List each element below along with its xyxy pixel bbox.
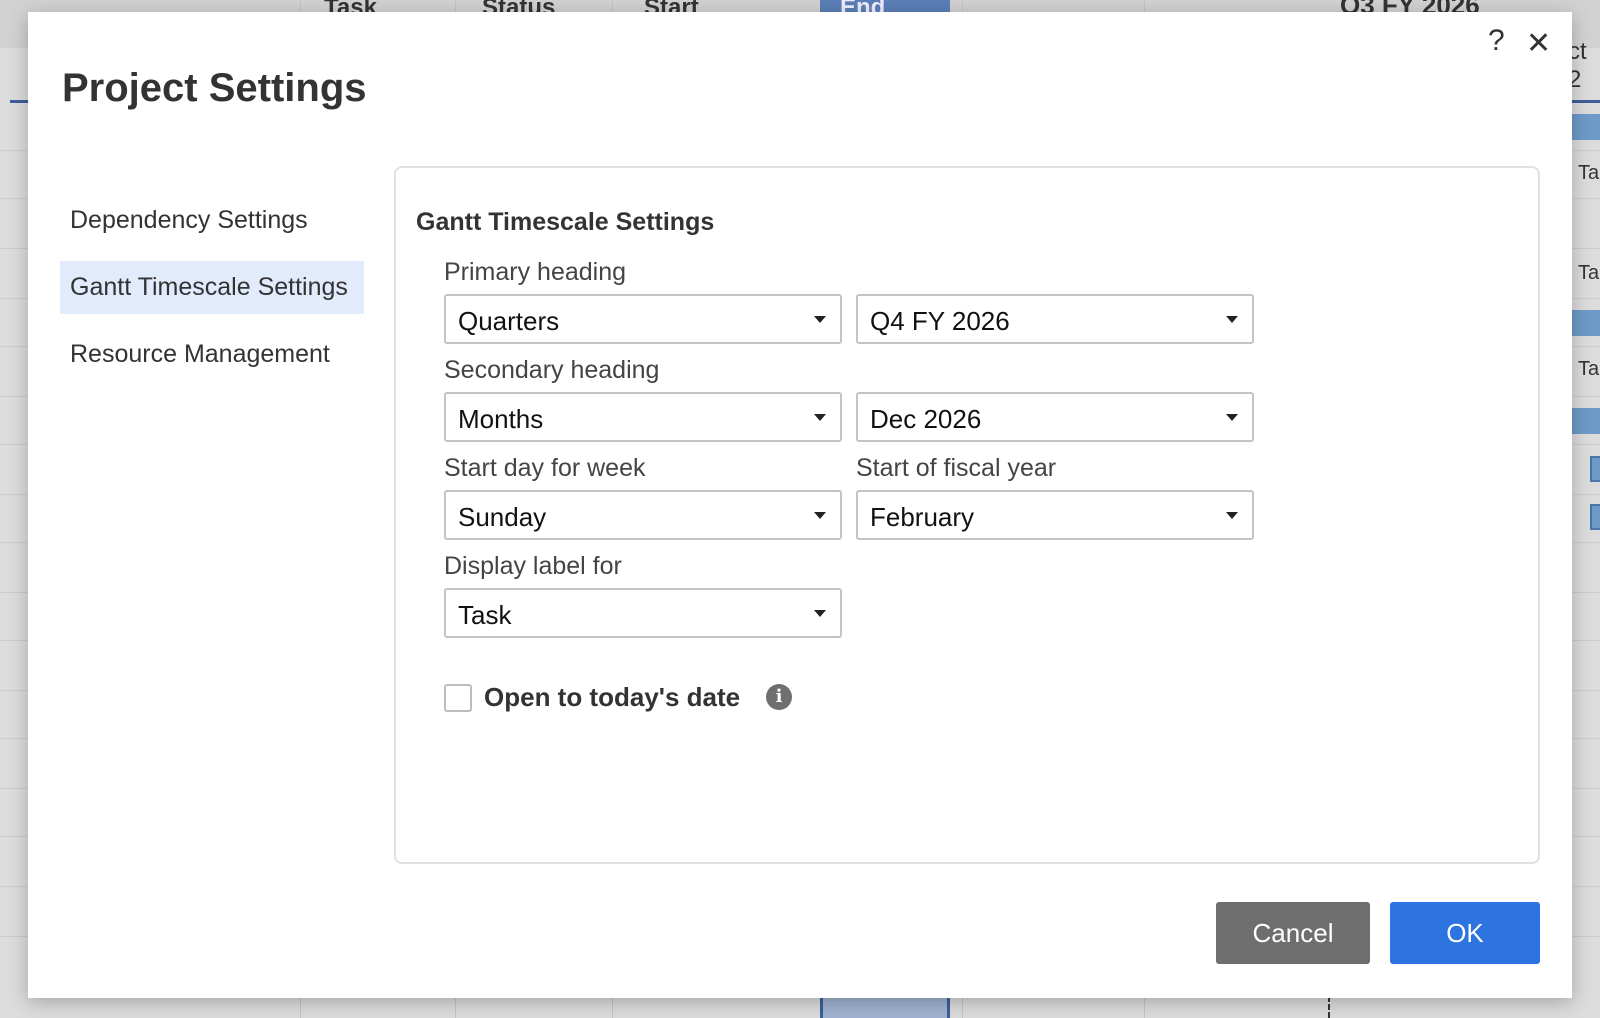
background-row-label: Ta: [1578, 358, 1600, 380]
caret-down-icon: [1226, 316, 1238, 323]
start-day-select[interactable]: Sunday: [444, 490, 842, 540]
secondary-heading-value-select[interactable]: Dec 2026: [856, 392, 1254, 442]
primary-heading-label: Primary heading: [444, 258, 627, 286]
secondary-heading-label: Secondary heading: [444, 356, 660, 384]
close-icon[interactable]: ✕: [1526, 26, 1551, 61]
start-day-label: Start day for week: [444, 454, 646, 482]
select-value: Task: [458, 600, 512, 630]
today-marker-line: [1328, 996, 1330, 1018]
select-value: Sunday: [458, 502, 547, 532]
primary-heading-value-select[interactable]: Q4 FY 2026: [856, 294, 1254, 344]
open-today-label[interactable]: Open to today's date: [484, 682, 740, 713]
background-partial-text: ct 2: [1568, 38, 1587, 93]
gantt-bar: [1570, 408, 1600, 434]
select-value: Quarters: [458, 306, 560, 336]
fiscal-year-select[interactable]: February: [856, 490, 1254, 540]
nav-item-dependency-settings[interactable]: Dependency Settings: [60, 194, 364, 247]
select-value: Months: [458, 404, 544, 434]
select-value: February: [870, 502, 975, 532]
nav-item-resource-management[interactable]: Resource Management: [60, 328, 364, 381]
select-value: Q4 FY 2026: [870, 306, 1010, 336]
cancel-button[interactable]: Cancel: [1216, 902, 1370, 964]
project-settings-dialog: Project Settings ? ✕ Dependency Settings…: [28, 12, 1572, 998]
caret-down-icon: [1226, 414, 1238, 421]
gantt-bar: [1570, 310, 1600, 336]
gantt-milestone: [1590, 456, 1600, 482]
help-icon[interactable]: ?: [1488, 24, 1505, 58]
gantt-milestone: [1590, 504, 1600, 530]
dialog-title: Project Settings: [62, 66, 367, 110]
caret-down-icon: [814, 512, 826, 519]
caret-down-icon: [1226, 512, 1238, 519]
caret-down-icon: [814, 610, 826, 617]
panel-title: Gantt Timescale Settings: [416, 208, 715, 236]
primary-heading-unit-select[interactable]: Quarters: [444, 294, 842, 344]
background-accent-line: [1572, 100, 1600, 103]
open-today-checkbox[interactable]: [444, 684, 472, 712]
background-row-label: Ta: [1578, 162, 1600, 184]
caret-down-icon: [814, 316, 826, 323]
select-value: Dec 2026: [870, 404, 982, 434]
background-highlight-column-bottom: [820, 996, 950, 1018]
display-label-select[interactable]: Task: [444, 588, 842, 638]
fiscal-year-label: Start of fiscal year: [856, 454, 1057, 482]
ok-button[interactable]: OK: [1390, 902, 1540, 964]
info-icon[interactable]: i: [766, 684, 792, 710]
nav-item-gantt-timescale-settings[interactable]: Gantt Timescale Settings: [60, 261, 364, 314]
gantt-bar: [1570, 114, 1600, 140]
settings-nav: Dependency Settings Gantt Timescale Sett…: [60, 194, 364, 381]
display-label-label: Display label for: [444, 552, 622, 580]
caret-down-icon: [814, 414, 826, 421]
secondary-heading-unit-select[interactable]: Months: [444, 392, 842, 442]
background-row-label: Ta: [1578, 262, 1600, 284]
settings-panel: Gantt Timescale Settings Primary heading…: [394, 166, 1540, 864]
